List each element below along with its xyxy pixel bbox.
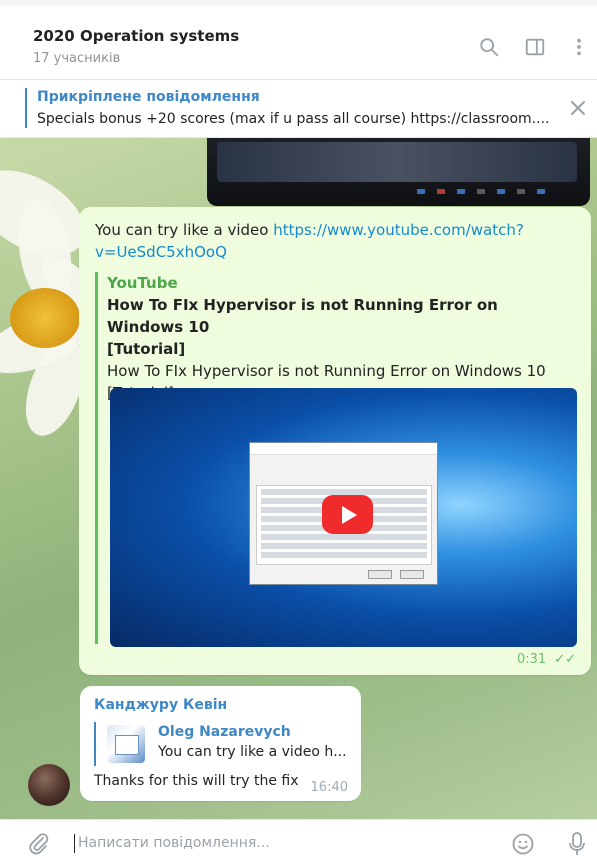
image-taskbar-detail [417,189,545,194]
message-meta: 0:31 ✓✓ [517,652,576,667]
chat-title[interactable]: 2020 Operation systems [33,27,239,45]
message-link-continued[interactable]: v=UeSdC5xhOoQ [95,243,227,261]
pinned-text: Specials bonus +20 scores (max if u pass… [37,111,550,127]
reply-author: Oleg Nazarevych [158,724,291,740]
reply-quote[interactable]: Oleg Nazarevych You can try like a video… [94,722,350,766]
video-thumbnail[interactable] [110,388,577,647]
sender-name[interactable]: Канджуру Кевін [94,697,227,713]
pinned-accent-bar [25,88,27,128]
preview-title-line: How To FIx Hypervisor is not Running Err… [107,296,498,336]
preview-site-name: YouTube [107,274,178,292]
thumbnail-dialog-button [368,570,392,579]
double-check-icon: ✓✓ [554,652,576,667]
thumbnail-dialog-row [261,552,427,558]
microphone-icon[interactable] [567,831,587,857]
pinned-message[interactable]: Прикріплене повідомлення Specials bonus … [0,80,597,138]
thumbnail-dialog-row [261,543,427,549]
incoming-message[interactable]: Канджуру Кевін Oleg Nazarevych You can t… [80,686,361,801]
preview-title: How To FIx Hypervisor is not Running Err… [107,294,577,360]
emoji-icon[interactable] [511,832,535,856]
message-link[interactable]: https://www.youtube.com/watch? [273,221,524,239]
sidebar-toggle-icon[interactable] [524,36,546,58]
thumbnail-dialog-titlebar [250,443,437,455]
message-text: Thanks for this will try the fix [94,773,299,789]
more-vertical-icon[interactable] [568,36,590,58]
thumbnail-dialog-button [400,570,424,579]
preview-desc-line: How To FIx Hypervisor is not Running Err… [107,362,546,380]
message-text: You can try like a video https://www.you… [95,219,535,263]
image-content [217,142,577,182]
play-icon[interactable] [322,495,373,534]
wallpaper-flower-center [10,288,80,348]
message-input[interactable]: Написати повідомлення... [78,835,270,851]
paperclip-icon[interactable] [27,832,51,856]
close-icon[interactable] [566,96,590,120]
chat-history[interactable]: You can try like a video https://www.you… [0,138,597,819]
avatar[interactable] [28,764,70,806]
message-time: 16:40 [310,780,348,795]
outgoing-message[interactable]: You can try like a video https://www.you… [79,207,591,675]
chat-header: 2020 Operation systems 17 учасників [0,0,597,80]
previous-image-message[interactable] [207,138,590,206]
pinned-label: Прикріплене повідомлення [37,89,260,105]
member-count[interactable]: 17 учасників [33,51,120,66]
text-cursor [74,834,75,853]
message-text-prefix: You can try like a video [95,221,274,239]
search-icon[interactable] [478,36,500,58]
reply-text: You can try like a video h... [158,744,347,760]
link-preview[interactable]: YouTube How To FIx Hypervisor is not Run… [95,272,577,647]
message-composer: Написати повідомлення... [0,819,597,867]
reply-thumbnail [107,725,145,763]
window-top-edge [0,0,597,6]
thumbnail-dialog-row [261,534,427,540]
message-time: 0:31 [517,652,547,667]
preview-title-line: [Tutorial] [107,340,186,358]
